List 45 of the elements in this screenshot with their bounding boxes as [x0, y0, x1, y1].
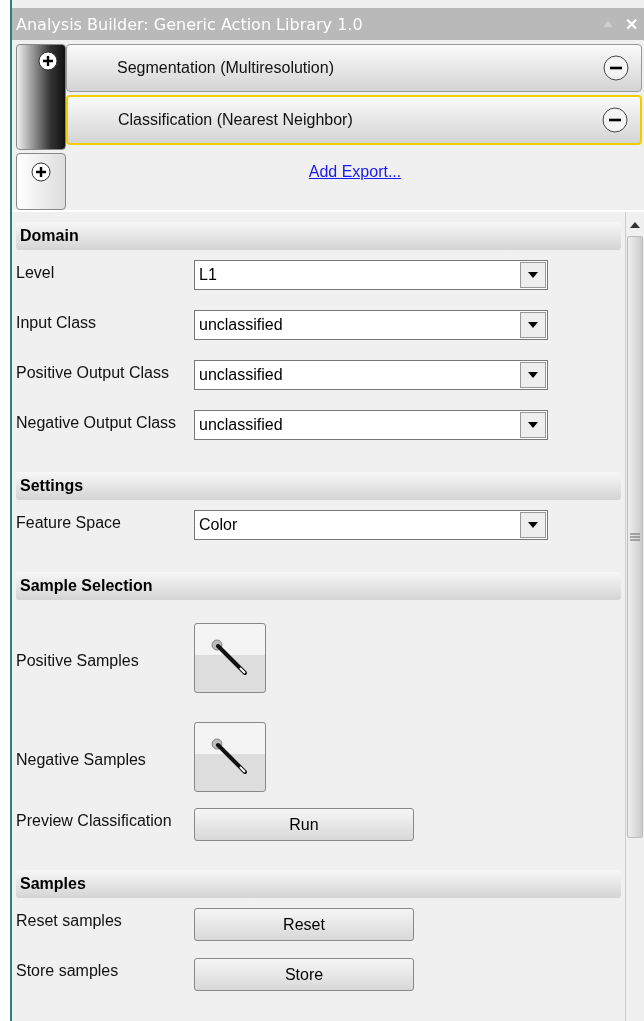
- action-item[interactable]: Classification (Nearest Neighbor): [66, 95, 642, 145]
- field-label: Positive Output Class: [16, 363, 170, 382]
- dropdown-arrow-icon[interactable]: [528, 372, 538, 378]
- remove-icon[interactable]: [603, 55, 629, 81]
- field-label: Reset samples: [16, 911, 123, 930]
- window-title: Analysis Builder: Generic Action Library 1.0: [16, 14, 364, 34]
- dropdown[interactable]: unclassified: [194, 410, 548, 440]
- field-label: Level: [16, 263, 56, 282]
- dropdown-arrow-icon[interactable]: [528, 272, 538, 278]
- section-header: Sample Selection: [16, 572, 621, 600]
- add-export-link[interactable]: Add Export...: [308, 163, 402, 181]
- action-group-tab[interactable]: [16, 44, 66, 150]
- field-label: Input Class: [16, 313, 98, 332]
- action-button[interactable]: Run: [194, 808, 414, 841]
- dropdown-arrow-icon[interactable]: [528, 522, 538, 528]
- wand-button[interactable]: [194, 622, 266, 693]
- field-label: Negative Samples: [16, 749, 147, 769]
- export-group-tab[interactable]: [16, 152, 66, 210]
- action-button[interactable]: Store: [194, 958, 414, 991]
- dropdown-arrow-icon[interactable]: [528, 322, 538, 328]
- section-header: Domain: [16, 222, 621, 250]
- field-label: Store samples: [16, 961, 120, 980]
- wand-button[interactable]: [194, 721, 266, 792]
- section-header: Samples: [16, 870, 621, 898]
- add-icon[interactable]: [38, 51, 58, 71]
- add-icon[interactable]: [31, 161, 51, 182]
- dropdown[interactable]: unclassified: [194, 360, 548, 390]
- action-label: Segmentation (Multiresolution): [117, 59, 335, 77]
- action-label: Classification (Nearest Neighbor): [118, 111, 354, 129]
- scroll-up-icon[interactable]: [630, 222, 640, 228]
- remove-icon[interactable]: [602, 107, 628, 133]
- action-item[interactable]: Segmentation (Multiresolution): [66, 44, 642, 92]
- action-button[interactable]: Reset: [194, 908, 414, 941]
- field-label: Positive Samples: [16, 650, 140, 670]
- dropdown[interactable]: unclassified: [194, 310, 548, 340]
- field-label: Preview Classification: [16, 811, 173, 830]
- field-label: Feature Space: [16, 513, 122, 532]
- dropdown-arrow-icon[interactable]: [528, 422, 538, 428]
- section-header: Settings: [16, 472, 621, 500]
- scrollbar[interactable]: [625, 212, 644, 1021]
- field-label: Negative Output Class: [16, 413, 178, 432]
- scroll-thumb[interactable]: [627, 236, 643, 838]
- grip-icon: [630, 533, 640, 541]
- dropdown[interactable]: L1: [194, 260, 548, 290]
- dropdown[interactable]: Color: [194, 510, 548, 540]
